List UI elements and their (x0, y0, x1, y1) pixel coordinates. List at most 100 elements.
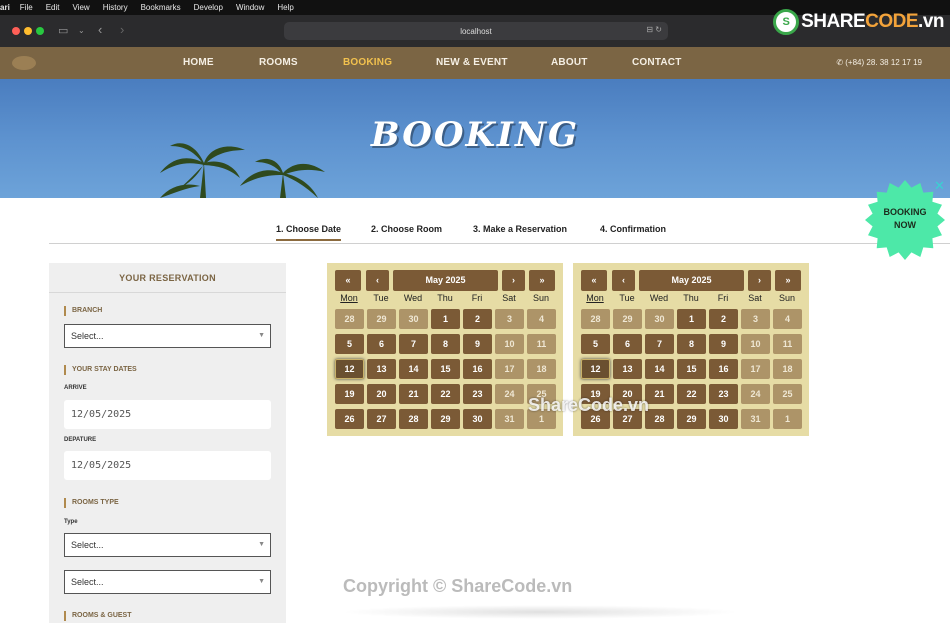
calendar-day[interactable]: 10 (495, 334, 524, 354)
calendar-day[interactable]: 28 (645, 409, 674, 429)
calendar-day[interactable]: 11 (527, 334, 556, 354)
minimize-window-button[interactable] (24, 27, 32, 35)
calendar-day[interactable]: 25 (773, 384, 802, 404)
zoom-window-button[interactable] (36, 27, 44, 35)
calendar-day[interactable]: 24 (495, 384, 524, 404)
calendar-day[interactable]: 30 (645, 309, 674, 329)
calendar-day[interactable]: 21 (645, 384, 674, 404)
calendar-day[interactable]: 30 (463, 409, 492, 429)
calendar-day[interactable]: 2 (709, 309, 738, 329)
os-menu-edit[interactable]: Edit (46, 3, 60, 12)
calendar-day[interactable]: 4 (527, 309, 556, 329)
os-menu-file[interactable]: File (20, 3, 33, 12)
calendar-day[interactable]: 1 (773, 409, 802, 429)
calendar-day[interactable]: 28 (399, 409, 428, 429)
month-title[interactable]: May 2025 (639, 270, 744, 291)
branch-select[interactable]: Select... ▼ (64, 324, 271, 348)
calendar-day[interactable]: 11 (773, 334, 802, 354)
calendar-day[interactable]: 1 (677, 309, 706, 329)
calendar-day[interactable]: 29 (367, 309, 396, 329)
arrive-date-input[interactable]: 12/05/2025 (64, 400, 271, 429)
os-menu-history[interactable]: History (103, 3, 128, 12)
nav-new-event[interactable]: NEW & EVENT (436, 57, 508, 68)
step-confirmation[interactable]: 4. Confirmation (600, 224, 666, 234)
calendar-day[interactable]: 29 (677, 409, 706, 429)
prev-year-button[interactable]: « (581, 270, 607, 291)
back-icon[interactable]: ‹ (98, 22, 102, 37)
calendar-day[interactable]: 29 (431, 409, 460, 429)
calendar-day[interactable]: 21 (399, 384, 428, 404)
site-logo[interactable] (12, 56, 36, 70)
calendar-day[interactable]: 16 (463, 359, 492, 379)
calendar-day[interactable]: 12 (335, 359, 364, 379)
calendar-day[interactable]: 22 (677, 384, 706, 404)
nav-home[interactable]: HOME (183, 57, 214, 68)
next-month-button[interactable]: › (748, 270, 771, 291)
calendar-day[interactable]: 5 (335, 334, 364, 354)
calendar-day[interactable]: 22 (431, 384, 460, 404)
prev-year-button[interactable]: « (335, 270, 361, 291)
calendar-day[interactable]: 1 (431, 309, 460, 329)
calendar-day[interactable]: 26 (335, 409, 364, 429)
os-menu-bookmarks[interactable]: Bookmarks (141, 3, 181, 12)
calendar-day[interactable]: 28 (335, 309, 364, 329)
calendar-day[interactable]: 17 (495, 359, 524, 379)
phone-number[interactable]: ✆ (+84) 28. 38 12 17 19 (836, 58, 922, 67)
chevron-down-icon[interactable]: ⌄ (78, 26, 85, 35)
prev-month-button[interactable]: ‹ (612, 270, 635, 291)
calendar-day[interactable]: 18 (527, 359, 556, 379)
close-icon[interactable]: ✕ (934, 178, 945, 194)
calendar-day[interactable]: 10 (741, 334, 770, 354)
calendar-day[interactable]: 29 (613, 309, 642, 329)
calendar-day[interactable]: 6 (613, 334, 642, 354)
calendar-day[interactable]: 13 (367, 359, 396, 379)
reload-icon[interactable]: ⊟ ↻ (646, 25, 662, 34)
nav-rooms[interactable]: ROOMS (259, 57, 298, 68)
calendar-day[interactable]: 9 (463, 334, 492, 354)
calendar-day[interactable]: 15 (677, 359, 706, 379)
calendar-day[interactable]: 13 (613, 359, 642, 379)
forward-icon[interactable]: › (120, 22, 124, 37)
next-year-button[interactable]: » (529, 270, 555, 291)
calendar-day[interactable]: 27 (367, 409, 396, 429)
calendar-day[interactable]: 8 (677, 334, 706, 354)
next-month-button[interactable]: › (502, 270, 525, 291)
os-menu-ari[interactable]: ari (0, 3, 10, 12)
calendar-day[interactable]: 17 (741, 359, 770, 379)
os-menu-view[interactable]: View (72, 3, 89, 12)
next-year-button[interactable]: » (775, 270, 801, 291)
calendar-day[interactable]: 16 (709, 359, 738, 379)
os-menu-help[interactable]: Help (277, 3, 293, 12)
room-option-select[interactable]: Select... ▼ (64, 570, 271, 594)
calendar-day[interactable]: 23 (709, 384, 738, 404)
calendar-day[interactable]: 12 (581, 359, 610, 379)
calendar-day[interactable]: 31 (741, 409, 770, 429)
room-type-select[interactable]: Select... ▼ (64, 533, 271, 557)
step-choose-room[interactable]: 2. Choose Room (371, 224, 442, 234)
calendar-day[interactable]: 15 (431, 359, 460, 379)
nav-booking[interactable]: BOOKING (343, 57, 392, 68)
step-choose-date[interactable]: 1. Choose Date (276, 224, 342, 241)
calendar-day[interactable]: 8 (431, 334, 460, 354)
calendar-day[interactable]: 18 (773, 359, 802, 379)
calendar-day[interactable]: 20 (367, 384, 396, 404)
calendar-day[interactable]: 7 (645, 334, 674, 354)
calendar-day[interactable]: 4 (773, 309, 802, 329)
calendar-day[interactable]: 9 (709, 334, 738, 354)
sidebar-toggle-icon[interactable]: ▭ (58, 24, 68, 37)
month-title[interactable]: May 2025 (393, 270, 498, 291)
os-menu-develop[interactable]: Develop (194, 3, 223, 12)
calendar-day[interactable]: 14 (645, 359, 674, 379)
calendar-day[interactable]: 19 (335, 384, 364, 404)
calendar-day[interactable]: 7 (399, 334, 428, 354)
depature-date-input[interactable]: 12/05/2025 (64, 451, 271, 480)
calendar-day[interactable]: 23 (463, 384, 492, 404)
calendar-day[interactable]: 30 (399, 309, 428, 329)
step-make-reservation[interactable]: 3. Make a Reservation (473, 224, 567, 234)
nav-about[interactable]: ABOUT (551, 57, 588, 68)
os-menu-window[interactable]: Window (236, 3, 264, 12)
close-window-button[interactable] (12, 27, 20, 35)
calendar-day[interactable]: 30 (709, 409, 738, 429)
calendar-day[interactable]: 3 (741, 309, 770, 329)
calendar-day[interactable]: 31 (495, 409, 524, 429)
